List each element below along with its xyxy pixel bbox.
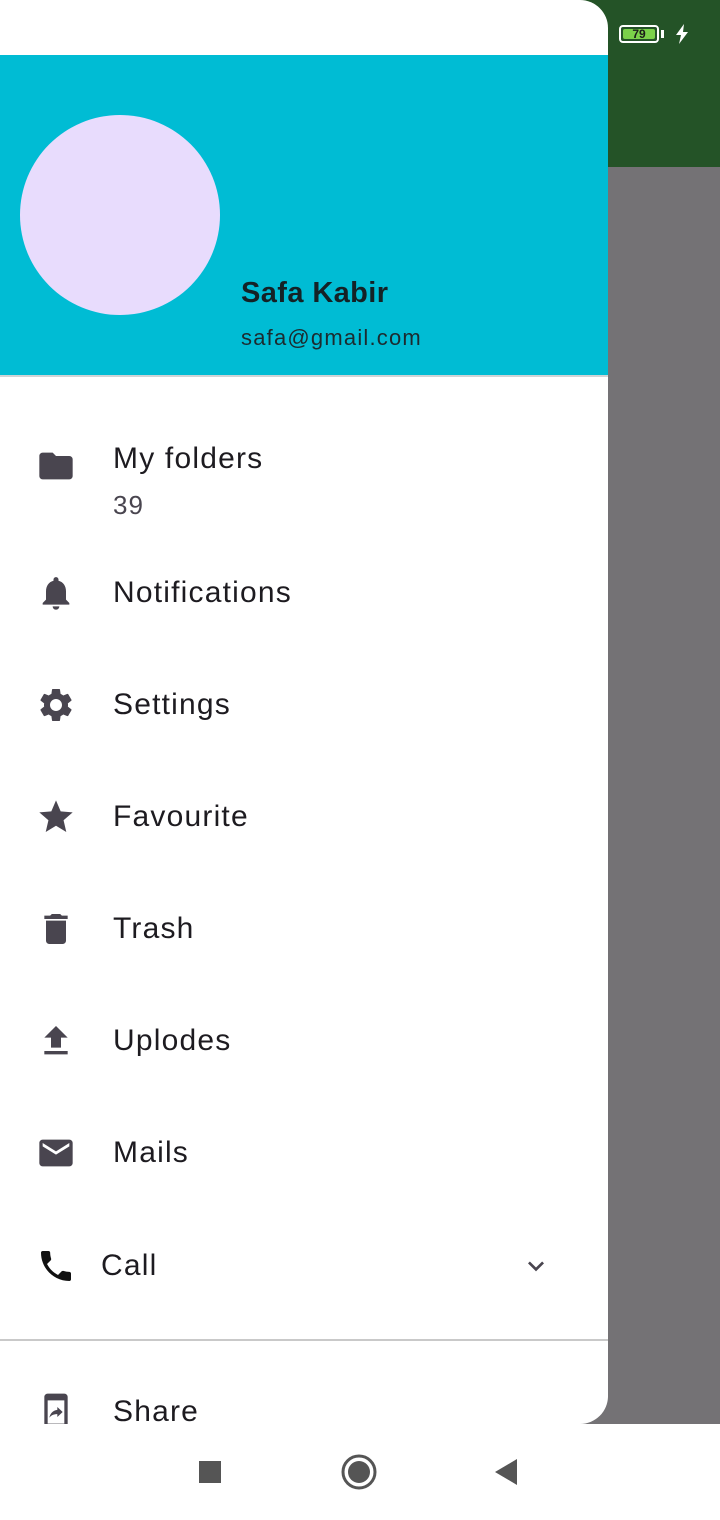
trash-icon <box>44 914 68 944</box>
chevron-down-icon[interactable] <box>520 1250 552 1282</box>
folder-icon <box>39 452 73 480</box>
star-icon <box>39 800 73 832</box>
home-circle-icon <box>341 1454 377 1490</box>
avatar[interactable] <box>20 115 220 315</box>
gear-icon <box>40 688 72 721</box>
upload-icon <box>44 1026 68 1055</box>
drawer-header: Safa Kabir safa@gmail.com <box>0 55 608 375</box>
menu-item-mails[interactable]: Mails <box>0 1103 608 1203</box>
system-navigation-bar <box>0 1424 720 1520</box>
menu-item-label: Settings <box>113 688 231 721</box>
menu-item-my-folders[interactable]: My folders 39 <box>0 416 608 520</box>
menu-item-trash[interactable]: Trash <box>0 879 608 979</box>
home-button[interactable] <box>339 1452 379 1492</box>
menu-item-label: Call <box>101 1249 158 1282</box>
list-divider <box>0 1339 608 1341</box>
menu-item-label: Mails <box>113 1136 190 1169</box>
menu-item-label: My folders <box>113 442 264 475</box>
square-icon <box>199 1461 221 1483</box>
account-email: safa@gmail.com <box>241 325 422 350</box>
menu-item-label: Favourite <box>113 800 249 833</box>
status-bar-indicators: 79 <box>602 24 690 44</box>
recents-button[interactable] <box>190 1452 230 1492</box>
phone-icon <box>41 1251 71 1281</box>
menu-item-uploads[interactable]: Uplodes <box>0 991 608 1091</box>
menu-item-label: Share <box>113 1395 200 1424</box>
menu-item-call[interactable]: Call <box>0 1216 608 1316</box>
menu-item-label: Trash <box>113 912 195 945</box>
folder-count: 39 <box>113 490 144 520</box>
back-button[interactable] <box>486 1452 526 1492</box>
charging-icon <box>676 24 688 44</box>
navigation-drawer: Safa Kabir safa@gmail.com My folders 39 … <box>0 0 608 1424</box>
bell-icon <box>42 577 70 610</box>
battery-level: 79 <box>632 27 646 41</box>
menu-item-favourite[interactable]: Favourite <box>0 767 608 867</box>
battery-icon: 79 <box>619 25 659 43</box>
account-name: Safa Kabir <box>241 277 389 309</box>
menu-item-notifications[interactable]: Notifications <box>0 543 608 643</box>
menu-item-settings[interactable]: Settings <box>0 655 608 755</box>
menu-item-share[interactable]: Share <box>0 1362 608 1424</box>
mail-icon <box>39 1139 73 1167</box>
header-divider <box>0 375 608 377</box>
menu-item-label: Notifications <box>113 576 293 609</box>
back-triangle-icon <box>495 1459 517 1485</box>
share-icon <box>44 1393 68 1424</box>
menu-item-label: Uplodes <box>113 1024 232 1057</box>
